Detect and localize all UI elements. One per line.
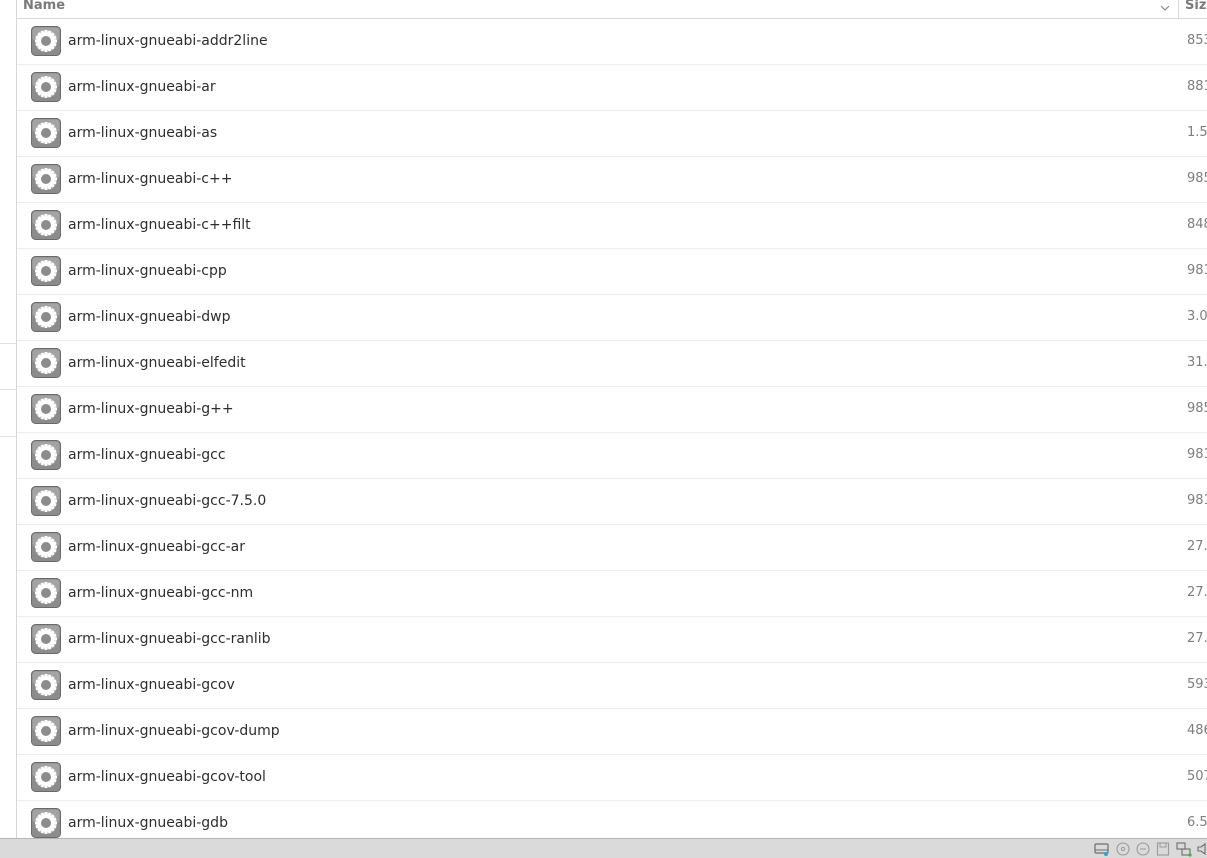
file-row[interactable]: arm-linux-gnueabi-gcov-dump 486 [17,709,1207,755]
column-header-size[interactable]: Siz [1185,0,1206,13]
file-row[interactable]: arm-linux-gnueabi-gcc-ranlib 27. [17,617,1207,663]
status-tray [1093,841,1207,857]
file-size: 27. [1187,585,1207,600]
file-size: 31. [1187,355,1207,370]
file-size: 6.5 [1187,815,1207,830]
executable-gear-icon [31,26,61,56]
executable-gear-icon [31,164,61,194]
network-icon[interactable] [1175,841,1193,857]
file-name: arm-linux-gnueabi-as [68,125,218,141]
sort-chevron-down-icon[interactable] [1157,0,1173,16]
file-row[interactable]: arm-linux-gnueabi-gcov 593 [17,663,1207,709]
file-row[interactable]: arm-linux-gnueabi-gcc-nm 27. [17,571,1207,617]
executable-gear-icon [31,532,61,562]
executable-gear-icon [31,578,61,608]
file-row[interactable]: arm-linux-gnueabi-elfedit 31. [17,341,1207,387]
file-name: arm-linux-gnueabi-elfedit [68,355,246,371]
hard-disk-icon[interactable] [1093,841,1111,857]
sidebar-pane[interactable] [0,0,17,838]
file-name: arm-linux-gnueabi-g++ [68,401,234,417]
file-size: 981 [1187,263,1207,278]
file-name: arm-linux-gnueabi-gcov-dump [68,723,280,739]
file-name: arm-linux-gnueabi-dwp [68,309,231,325]
file-row[interactable]: arm-linux-gnueabi-c++filt 848 [17,203,1207,249]
executable-gear-icon [31,256,61,286]
executable-gear-icon [31,394,61,424]
file-name: arm-linux-gnueabi-gcov-tool [68,769,266,785]
executable-gear-icon [31,440,61,470]
executable-gear-icon [31,348,61,378]
file-row[interactable]: arm-linux-gnueabi-g++ 985 [17,387,1207,433]
file-name: arm-linux-gnueabi-c++ [68,171,233,187]
file-size: 981 [1187,447,1207,462]
executable-gear-icon [31,72,61,102]
executable-gear-icon [31,118,61,148]
file-name: arm-linux-gnueabi-addr2line [68,33,268,49]
file-row[interactable]: arm-linux-gnueabi-addr2line 853 [17,19,1207,65]
executable-gear-icon [31,624,61,654]
file-manager-window: Name Siz arm-linux-gnueabi-addr2line853a… [0,0,1207,838]
file-row[interactable]: arm-linux-gnueabi-gdb 6.5 [17,801,1207,838]
file-row[interactable]: arm-linux-gnueabi-c++ 985 [17,157,1207,203]
column-divider[interactable] [1178,0,1179,18]
sidebar-divider [0,436,16,437]
file-size: 881 [1187,79,1207,94]
file-size: 486 [1187,723,1207,738]
file-name: arm-linux-gnueabi-gcov [68,677,235,693]
file-name: arm-linux-gnueabi-cpp [68,263,227,279]
file-row[interactable]: arm-linux-gnueabi-ar 881 [17,65,1207,111]
executable-gear-icon [31,716,61,746]
file-name: arm-linux-gnueabi-ar [68,79,216,95]
file-row[interactable]: arm-linux-gnueabi-gcc-ar 27. [17,525,1207,571]
file-size: 27. [1187,631,1207,646]
file-name: arm-linux-gnueabi-gcc-ar [68,539,245,555]
file-row[interactable]: arm-linux-gnueabi-gcov-tool 507 [17,755,1207,801]
executable-gear-icon [31,808,61,838]
file-size: 1.5 [1187,125,1207,140]
file-name: arm-linux-gnueabi-gcc-ranlib [68,631,271,647]
file-row[interactable]: arm-linux-gnueabi-cpp 981 [17,249,1207,295]
file-name: arm-linux-gnueabi-gcc-nm [68,585,254,601]
file-list: arm-linux-gnueabi-addr2line853arm-linux-… [17,19,1207,838]
file-name: arm-linux-gnueabi-gcc-7.5.0 [68,493,267,509]
executable-gear-icon [31,486,61,516]
file-size: 985 [1187,171,1207,186]
file-size: 981 [1187,493,1207,508]
vm-status-bar [0,838,1207,858]
column-header-name[interactable]: Name [23,0,65,13]
audio-icon[interactable] [1135,841,1151,857]
executable-gear-icon [31,302,61,332]
sidebar-divider [0,389,16,390]
executable-gear-icon [31,210,61,240]
file-size: 853 [1187,33,1207,48]
floppy-icon[interactable] [1155,841,1171,857]
file-name: arm-linux-gnueabi-gcc [68,447,226,463]
file-size: 848 [1187,217,1207,232]
speaker-icon[interactable] [1197,841,1207,857]
file-name: arm-linux-gnueabi-c++filt [68,217,251,233]
file-size: 985 [1187,401,1207,416]
file-size: 27. [1187,539,1207,554]
sidebar-divider [0,343,16,344]
file-size: 507 [1187,769,1207,784]
executable-gear-icon [31,670,61,700]
list-header: Name Siz [17,0,1207,19]
optical-disc-icon[interactable] [1115,841,1131,857]
file-name: arm-linux-gnueabi-gdb [68,815,228,831]
file-row[interactable]: arm-linux-gnueabi-gcc 981 [17,433,1207,479]
file-size: 3.0 [1187,309,1207,324]
file-row[interactable]: arm-linux-gnueabi-gcc-7.5.0 981 [17,479,1207,525]
file-row[interactable]: arm-linux-gnueabi-dwp 3.0 [17,295,1207,341]
file-size: 593 [1187,677,1207,692]
file-row[interactable]: arm-linux-gnueabi-as 1.5 [17,111,1207,157]
executable-gear-icon [31,762,61,792]
